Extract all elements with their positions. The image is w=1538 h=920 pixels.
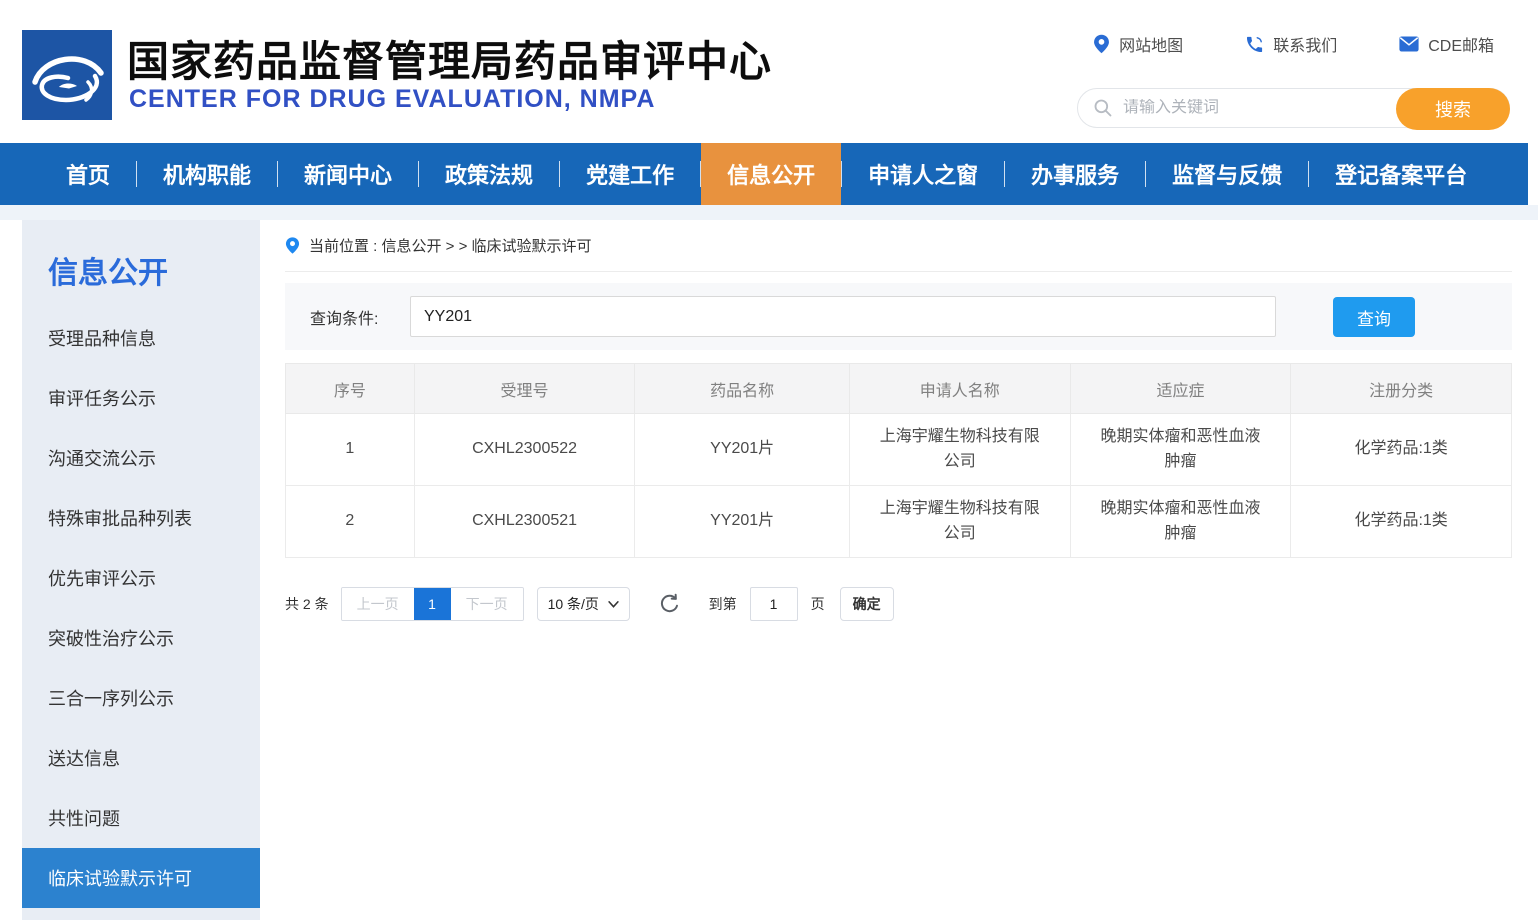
content: 当前位置 : 信息公开 > > 临床试验默示许可 查询条件: 查询 序号 受理号… — [285, 220, 1512, 621]
site-map-label: 网站地图 — [1119, 32, 1183, 56]
goto-page-input[interactable] — [750, 587, 798, 621]
cell-registration-class: 化学药品:1类 — [1291, 414, 1512, 486]
col-header-drug-name: 药品名称 — [635, 364, 850, 414]
cell-applicant: 上海宇耀生物科技有限公司 — [849, 414, 1070, 486]
table-row: 1 CXHL2300522 YY201片 上海宇耀生物科技有限公司 晚期实体瘤和… — [286, 414, 1512, 486]
col-header-registration-class: 注册分类 — [1291, 364, 1512, 414]
chevron-down-icon — [608, 601, 619, 608]
cell-drug-name: YY201片 — [635, 486, 850, 558]
cell-acceptance-no: CXHL2300522 — [414, 414, 635, 486]
table-row: 2 CXHL2300521 YY201片 上海宇耀生物科技有限公司 晚期实体瘤和… — [286, 486, 1512, 558]
phone-icon — [1245, 35, 1264, 54]
header: 国家药品监督管理局药品审评中心 CENTER FOR DRUG EVALUATI… — [0, 0, 1538, 143]
map-pin-icon — [1093, 34, 1110, 54]
sidebar-item-clinical-trial-implied-license[interactable]: 临床试验默示许可 — [22, 848, 260, 908]
nav-item-registration-platform[interactable]: 登记备案平台 — [1309, 143, 1493, 205]
search-icon — [1093, 98, 1113, 118]
query-bar: 查询条件: 查询 — [285, 283, 1512, 350]
site-map-link[interactable]: 网站地图 — [1093, 32, 1183, 56]
cell-indication: 晚期实体瘤和恶性血液肿瘤 — [1070, 486, 1291, 558]
quick-links: 网站地图 联系我们 CDE邮箱 — [1093, 32, 1494, 56]
refresh-button[interactable] — [657, 592, 682, 617]
breadcrumb-text: 当前位置 : 信息公开 > > 临床试验默示许可 — [309, 235, 592, 256]
query-input[interactable] — [410, 296, 1276, 337]
sidebar-title: 信息公开 — [48, 248, 260, 292]
results-table: 序号 受理号 药品名称 申请人名称 适应症 注册分类 1 CXHL2300522… — [285, 363, 1512, 558]
goto-page-unit: 页 — [811, 594, 825, 614]
cell-index: 1 — [286, 414, 415, 486]
contact-us-label: 联系我们 — [1273, 32, 1337, 56]
sidebar-item-common-issues[interactable]: 共性问题 — [22, 788, 260, 848]
main-nav: 首页 机构职能 新闻中心 政策法规 党建工作 信息公开 申请人之窗 办事服务 监… — [0, 143, 1528, 205]
current-page-button[interactable]: 1 — [414, 588, 451, 620]
sidebar-item-special-approval[interactable]: 特殊审批品种列表 — [22, 488, 260, 548]
next-page-button[interactable]: 下一页 — [451, 588, 523, 620]
nav-item-info-disclosure[interactable]: 信息公开 — [701, 143, 841, 205]
nav-item-services[interactable]: 办事服务 — [1005, 143, 1145, 205]
pagination: 共 2 条 上一页 1 下一页 10 条/页 — [285, 587, 1512, 621]
col-header-indication: 适应症 — [1070, 364, 1291, 414]
breadcrumb: 当前位置 : 信息公开 > > 临床试验默示许可 — [285, 220, 1512, 272]
col-header-applicant: 申请人名称 — [849, 364, 1070, 414]
sidebar: 信息公开 受理品种信息 审评任务公示 沟通交流公示 特殊审批品种列表 优先审评公… — [22, 220, 260, 920]
cde-mail-label: CDE邮箱 — [1428, 32, 1494, 56]
nav-item-home[interactable]: 首页 — [40, 143, 136, 205]
site-title: 国家药品监督管理局药品审评中心 — [127, 28, 772, 89]
main-area: 信息公开 受理品种信息 审评任务公示 沟通交流公示 特殊审批品种列表 优先审评公… — [0, 220, 1538, 920]
search-button[interactable]: 搜索 — [1396, 88, 1510, 130]
location-pin-icon — [285, 236, 300, 255]
nav-item-supervision-feedback[interactable]: 监督与反馈 — [1146, 143, 1308, 205]
nav-item-news[interactable]: 新闻中心 — [278, 143, 418, 205]
nav-item-functions[interactable]: 机构职能 — [137, 143, 277, 205]
col-header-index: 序号 — [286, 364, 415, 414]
page: 国家药品监督管理局药品审评中心 CENTER FOR DRUG EVALUATI… — [0, 0, 1538, 920]
cell-drug-name: YY201片 — [635, 414, 850, 486]
cell-indication: 晚期实体瘤和恶性血液肿瘤 — [1070, 414, 1291, 486]
page-size-select[interactable]: 10 条/页 — [537, 587, 630, 621]
table-header-row: 序号 受理号 药品名称 申请人名称 适应症 注册分类 — [286, 364, 1512, 414]
sidebar-item-priority-review[interactable]: 优先审评公示 — [22, 548, 260, 608]
cde-mail-link[interactable]: CDE邮箱 — [1399, 32, 1494, 56]
query-label: 查询条件: — [310, 305, 378, 329]
goto-page-label: 到第 — [709, 594, 737, 614]
nav-item-applicant-window[interactable]: 申请人之窗 — [842, 143, 1004, 205]
sidebar-item-breakthrough-therapy[interactable]: 突破性治疗公示 — [22, 608, 260, 668]
prev-page-button[interactable]: 上一页 — [342, 588, 414, 620]
mail-icon — [1399, 36, 1419, 52]
sidebar-item-three-in-one[interactable]: 三合一序列公示 — [22, 668, 260, 728]
sidebar-item-communication[interactable]: 沟通交流公示 — [22, 428, 260, 488]
page-size-value: 10 条/页 — [548, 594, 599, 614]
cell-acceptance-no: CXHL2300521 — [414, 486, 635, 558]
cell-applicant: 上海宇耀生物科技有限公司 — [849, 486, 1070, 558]
sidebar-item-review-tasks[interactable]: 审评任务公示 — [22, 368, 260, 428]
site-subtitle: CENTER FOR DRUG EVALUATION, NMPA — [129, 85, 655, 114]
pagination-total: 共 2 条 — [285, 594, 329, 614]
contact-us-link[interactable]: 联系我们 — [1245, 32, 1337, 56]
site-search: 搜索 — [1077, 88, 1510, 128]
pagination-group: 上一页 1 下一页 — [341, 587, 524, 621]
cell-index: 2 — [286, 486, 415, 558]
refresh-icon — [657, 592, 682, 617]
col-header-acceptance-no: 受理号 — [414, 364, 635, 414]
nav-bottom-band — [0, 205, 1538, 220]
sidebar-item-delivery-info[interactable]: 送达信息 — [22, 728, 260, 788]
query-button[interactable]: 查询 — [1333, 297, 1415, 337]
nav-item-party-building[interactable]: 党建工作 — [560, 143, 700, 205]
confirm-button[interactable]: 确定 — [840, 587, 894, 621]
cde-logo-icon — [22, 30, 112, 120]
cell-registration-class: 化学药品:1类 — [1291, 486, 1512, 558]
sidebar-item-accepted-varieties[interactable]: 受理品种信息 — [22, 308, 260, 368]
nav-item-policies[interactable]: 政策法规 — [419, 143, 559, 205]
